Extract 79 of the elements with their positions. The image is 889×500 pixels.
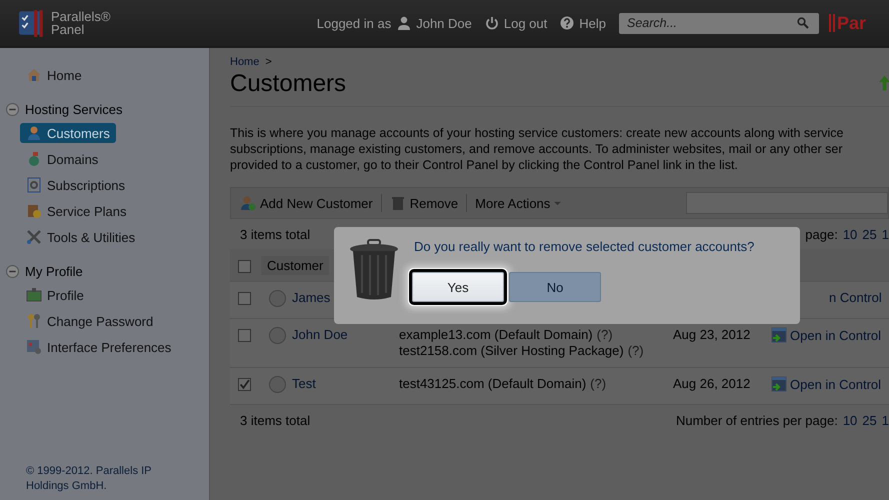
caret-icon	[554, 200, 562, 206]
domain-text: example13.com (Default Domain)	[399, 327, 593, 343]
help-link[interactable]: (?)	[590, 376, 606, 392]
help-link[interactable]: Help	[560, 16, 606, 30]
page-title: Customers	[230, 70, 346, 98]
search-icon	[797, 16, 809, 28]
checkbox[interactable]	[238, 260, 251, 272]
user-link[interactable]: John Doe	[397, 16, 472, 30]
search-field[interactable]: Search...	[619, 12, 819, 34]
user-icon	[397, 16, 412, 30]
date-text: Aug 23, 2012	[673, 327, 752, 342]
sidebar-item[interactable]: Profile	[20, 285, 90, 305]
globe-icon	[26, 151, 42, 167]
checkbox[interactable]	[238, 292, 251, 305]
sidebar-item[interactable]: Interface Preferences	[20, 337, 178, 357]
customer-link[interactable]: Test	[292, 376, 399, 391]
status-circle-icon	[269, 376, 286, 393]
sidebar-item[interactable]: Customers	[20, 123, 116, 143]
date-text: Aug 26, 2012	[673, 376, 752, 391]
logo-text: Panel	[51, 23, 86, 36]
logout-link[interactable]: Log out	[484, 16, 548, 30]
toolbar-button[interactable]: More Actions	[475, 196, 562, 210]
per-page-link[interactable]: 1	[882, 226, 889, 242]
description-text: This is where you manage accounts of your hosting service customers: create new accounts along with service	[230, 125, 844, 141]
tools-icon	[26, 229, 42, 245]
trash-icon	[390, 195, 406, 211]
per-page-link[interactable]: 25	[862, 226, 877, 242]
collapse-icon	[6, 264, 19, 278]
control-panel-link[interactable]: n Control	[829, 290, 882, 305]
description-text: subscriptions, manage existing customers, and remove accounts. To administer websites, mail or any other ser	[230, 141, 844, 157]
sidebar-group[interactable]: Hosting Services	[6, 100, 209, 118]
brand-bars-icon	[829, 14, 835, 32]
description-text: provided to a customer, go to their Control Panel by clicking the Control Panel link in the list.	[230, 157, 739, 173]
sidebar-item[interactable]: Domains	[20, 149, 104, 169]
toolbar-button[interactable]: Add New Customer	[240, 195, 373, 211]
logo-text: Parallels®	[51, 10, 110, 23]
help-link[interactable]: (?)	[628, 343, 644, 359]
per-page-link[interactable]: 1	[882, 412, 889, 428]
domain-text: test2158.com (Silver Hosting Package)	[399, 343, 624, 359]
copyright-text: © 1999-2012. Parallels IP Holdings GmbH.	[25, 464, 152, 494]
sidebar-item[interactable]: Service Plans	[20, 201, 132, 221]
domain-text: test43125.com (Default Domain)	[399, 376, 586, 392]
help-icon	[560, 16, 574, 30]
sidebar-item[interactable]: Tools & Utilities	[20, 227, 142, 247]
add-person-icon	[240, 195, 256, 211]
items-total: 3 items total	[240, 226, 310, 242]
brand-text: Par	[837, 12, 866, 34]
no-button[interactable]: No	[509, 272, 601, 302]
control-panel-link[interactable]: Open in Control	[771, 327, 882, 343]
per-page-link[interactable]: 10	[842, 412, 858, 428]
checkbox[interactable]	[238, 329, 251, 342]
sidebar-item[interactable]: Home	[20, 65, 88, 85]
help-link[interactable]: (?)	[596, 327, 613, 343]
sidebar-group[interactable]: My Profile	[6, 262, 209, 280]
column-header[interactable]: Customer	[261, 256, 330, 274]
items-total: 3 items total	[240, 412, 310, 428]
logged-in-label: Logged in as	[316, 16, 392, 30]
checkbox[interactable]	[238, 378, 251, 391]
breadcrumb-link[interactable]: Home	[230, 56, 260, 68]
id-card-icon	[26, 287, 42, 303]
dialog-question: Do you really want to remove selected customer accounts?	[414, 239, 754, 254]
customer-link[interactable]: John Doe	[292, 327, 399, 342]
breadcrumb-separator: >	[265, 56, 272, 68]
per-page-label: page:	[805, 226, 838, 242]
trash-can-icon	[348, 239, 400, 301]
sidebar-item[interactable]: Subscriptions	[20, 175, 132, 195]
collapse-icon	[6, 102, 19, 116]
sidebar-item[interactable]: Change Password	[20, 311, 160, 331]
status-circle-icon	[269, 327, 286, 344]
house-icon	[26, 67, 42, 83]
per-page-label: Number of entries per page:	[676, 412, 838, 428]
power-icon	[484, 16, 499, 30]
toolbar-button[interactable]: Remove	[390, 195, 458, 211]
status-circle-icon	[269, 290, 286, 307]
per-page-link[interactable]: 10	[842, 226, 858, 242]
per-page-link[interactable]: 25	[862, 412, 877, 428]
person-icon	[26, 125, 42, 141]
keys-icon	[26, 313, 42, 329]
control-panel-link[interactable]: Open in Control	[771, 376, 882, 392]
